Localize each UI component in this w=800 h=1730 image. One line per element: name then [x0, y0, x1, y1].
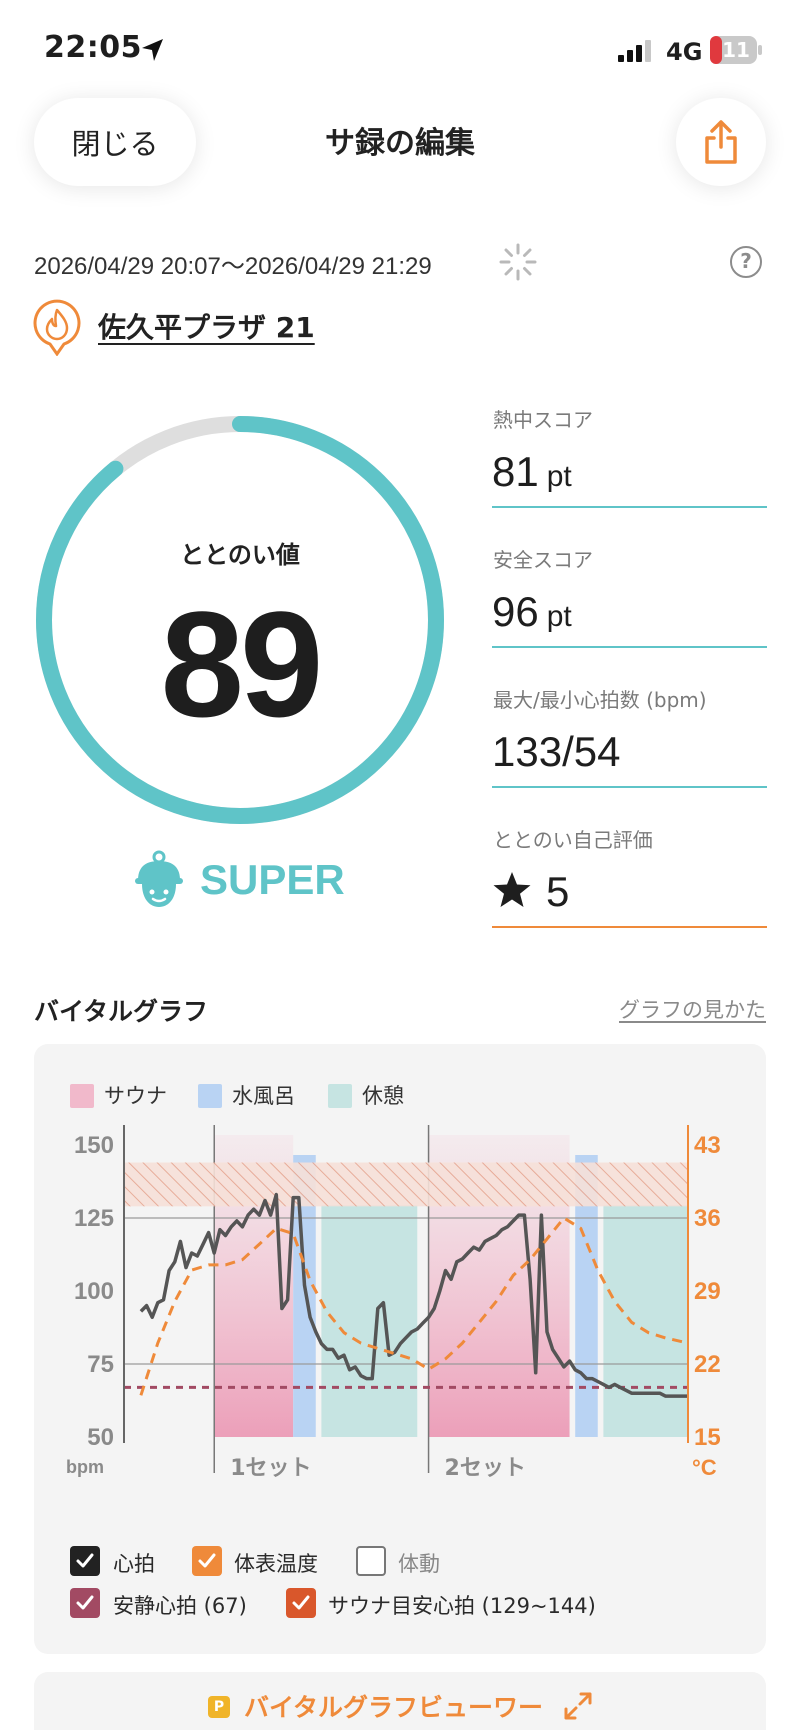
y-left-unit: bpm [66, 1457, 104, 1477]
target-hr-checkbox[interactable] [286, 1588, 316, 1618]
share-icon [705, 120, 737, 164]
y-tick-left: 150 [74, 1132, 114, 1159]
page-title: サ録の編集 [325, 126, 475, 161]
metric-label: 安全スコア [493, 548, 593, 572]
legend-swatch-sauna [70, 1084, 94, 1108]
star-icon [493, 872, 531, 907]
y-tick-right: 29 [694, 1278, 721, 1305]
y-tick-left: 50 [87, 1424, 114, 1451]
check-icon [76, 1553, 94, 1568]
vital-graph-title: バイタルグラフ [34, 997, 209, 1026]
y-tick-right: 22 [694, 1351, 721, 1378]
y-right-unit: °C [692, 1455, 717, 1480]
loading-spinner-icon [499, 243, 537, 281]
rest-band-2 [603, 1205, 688, 1437]
signal-icon [618, 40, 651, 62]
status-time: 22:05 [44, 30, 142, 65]
graph-help-link[interactable]: グラフの見かた [600, 994, 766, 1024]
metric-label: 熱中スコア [493, 408, 593, 432]
location-arrow-icon [142, 39, 163, 61]
y-tick-left: 75 [87, 1351, 114, 1378]
network-type: 4G [666, 38, 703, 66]
close-button[interactable]: 閉じる [34, 98, 196, 186]
metric-heat-score[interactable]: 熱中スコア 81 pt [492, 404, 767, 508]
status-bar: 22:05 4G 11 [0, 0, 800, 100]
score-label: ととのい値 [180, 541, 300, 569]
legend-label-cold: 水風呂 [232, 1084, 295, 1108]
target-hr-checkbox-label: サウナ目安心拍 (129~144) [328, 1594, 596, 1618]
legend-swatch-rest [328, 1084, 352, 1108]
metric-self-rating[interactable]: ととのい自己評価 5 [492, 824, 767, 928]
session-datetime: 2026/04/29 20:07～2026/04/29 21:29 [34, 253, 432, 280]
movement-checkbox-label: 体動 [398, 1552, 440, 1576]
metric-safety-score[interactable]: 安全スコア 96 pt [492, 544, 767, 648]
y-tick-right: 36 [694, 1205, 721, 1232]
set-label: 1セット [230, 1456, 311, 1481]
metric-value: 81 pt [492, 448, 572, 495]
grade-label: SUPER [200, 856, 345, 903]
metric-value: 5 [492, 868, 569, 916]
facility-pin-icon [33, 299, 81, 356]
metric-value: 96 pt [492, 588, 572, 635]
movement-checkbox[interactable] [356, 1546, 386, 1576]
battery-level: 11 [722, 38, 750, 62]
score-value: 89 [160, 580, 324, 748]
expand-icon[interactable] [562, 1690, 594, 1722]
target-hr-band [124, 1162, 688, 1207]
resting-hr-checkbox-label: 安静心拍 (67) [113, 1594, 247, 1618]
check-icon [292, 1595, 310, 1610]
y-tick-right: 15 [694, 1424, 721, 1451]
y-tick-right: 43 [694, 1132, 721, 1159]
y-tick-left: 100 [74, 1278, 114, 1305]
legend-label-sauna: サウナ [104, 1084, 167, 1108]
share-button[interactable] [676, 98, 766, 186]
resting-hr-checkbox[interactable] [70, 1588, 100, 1618]
heart-rate-checkbox-label: 心拍 [113, 1552, 155, 1576]
check-icon [76, 1595, 94, 1610]
check-icon [198, 1553, 216, 1568]
vital-chart[interactable]: 150 125 100 75 50 43 36 29 22 15 bpm °C 1セット 2セット [34, 1125, 766, 1535]
sauna-hat-icon [135, 850, 183, 907]
premium-badge-icon: P [208, 1696, 230, 1718]
graph-viewer-label[interactable]: バイタルグラフビューワー [244, 1688, 543, 1724]
metric-heart-rate[interactable]: 最大/最小心拍数 (bpm) 133/54 [492, 684, 767, 788]
metric-value: 133/54 [492, 728, 621, 775]
metric-label: 最大/最小心拍数 (bpm) [493, 688, 707, 712]
facility-link[interactable]: 佐久平プラザ 21 [98, 306, 315, 346]
y-tick-left: 125 [74, 1205, 114, 1232]
legend-swatch-cold [198, 1084, 222, 1108]
set-label: 2セット [445, 1456, 526, 1481]
heart-rate-checkbox[interactable] [70, 1546, 100, 1576]
metric-label: ととのい自己評価 [493, 828, 653, 852]
skin-temp-checkbox-label: 体表温度 [234, 1552, 318, 1576]
legend-label-rest: 休憩 [362, 1084, 404, 1108]
help-icon[interactable]: ? [730, 246, 762, 278]
skin-temp-checkbox[interactable] [192, 1546, 222, 1576]
